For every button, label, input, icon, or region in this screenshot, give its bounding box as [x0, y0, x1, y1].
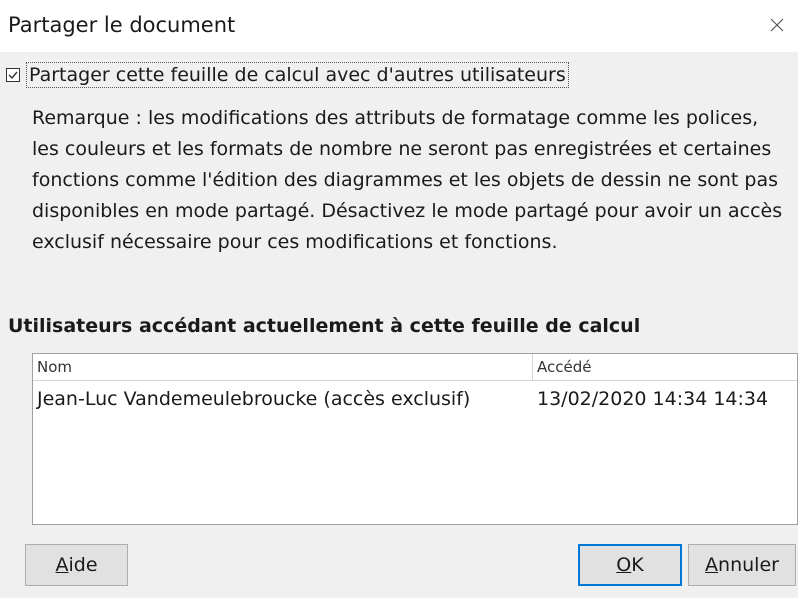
cancel-label-rest: nnuler	[718, 554, 779, 576]
share-checkbox[interactable]	[6, 68, 20, 82]
dialog-title: Partager le document	[8, 13, 236, 37]
users-table-header: Nom Accédé	[33, 354, 797, 381]
ok-label-rest: K	[631, 554, 644, 576]
title-bar: Partager le document	[0, 0, 798, 52]
share-document-dialog: Partager le document Partager cette feui…	[0, 0, 798, 598]
table-row[interactable]: Jean-Luc Vandemeulebroucke (accès exclus…	[33, 381, 797, 417]
user-accessed-cell: 13/02/2020 14:34 14:34	[537, 388, 769, 410]
ok-button[interactable]: OK	[578, 544, 682, 586]
share-checkbox-row[interactable]: Partager cette feuille de calcul avec d'…	[6, 62, 569, 88]
user-name-cell: Jean-Luc Vandemeulebroucke (accès exclus…	[37, 388, 471, 410]
help-label-rest: ide	[68, 554, 98, 576]
cancel-mnemonic: A	[705, 554, 719, 576]
ok-mnemonic: O	[616, 554, 632, 576]
share-note: Remarque : les modifications des attribu…	[32, 107, 783, 253]
close-button[interactable]	[762, 10, 792, 40]
share-checkbox-label[interactable]: Partager cette feuille de calcul avec d'…	[26, 62, 569, 88]
users-section-title: Utilisateurs accédant actuellement à cet…	[8, 315, 641, 337]
column-header-accessed[interactable]: Accédé	[533, 354, 797, 380]
help-mnemonic: A	[55, 554, 69, 576]
dialog-content: Partager cette feuille de calcul avec d'…	[0, 52, 798, 598]
checkmark-icon	[8, 71, 18, 80]
help-button[interactable]: Aide	[25, 544, 128, 586]
cancel-button[interactable]: Annuler	[688, 544, 796, 586]
users-table[interactable]: Nom Accédé Jean-Luc Vandemeulebroucke (a…	[32, 353, 798, 525]
column-header-name[interactable]: Nom	[33, 354, 533, 380]
close-icon	[770, 18, 784, 32]
